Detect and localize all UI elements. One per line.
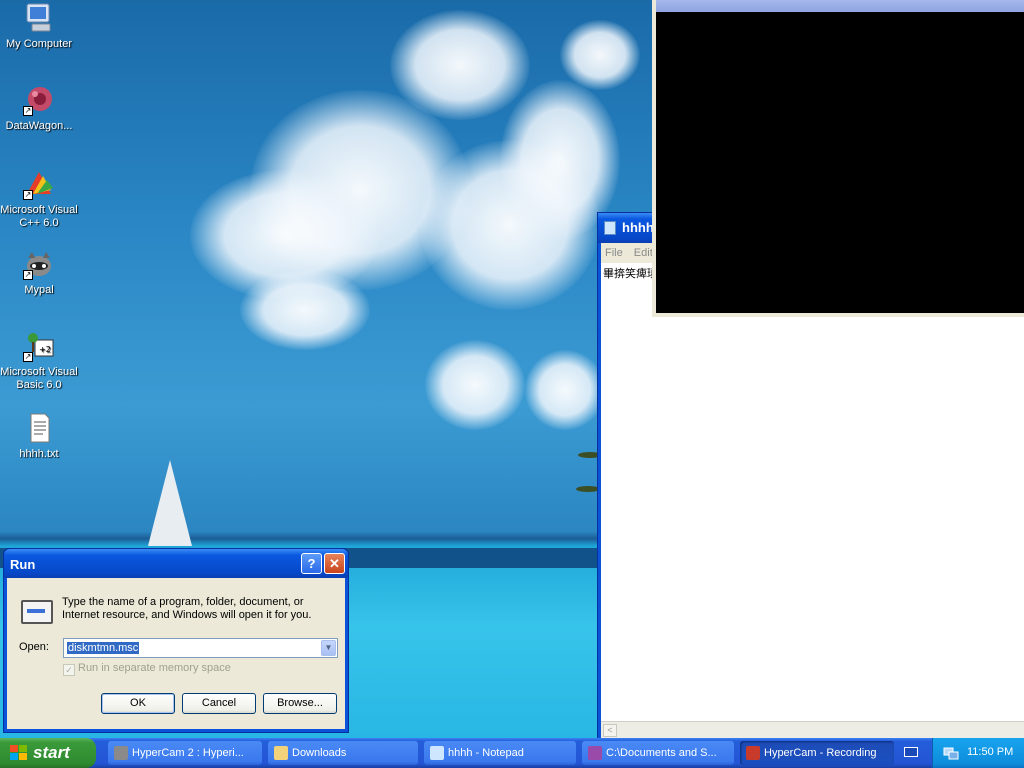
shortcut-arrow-icon: ↗ bbox=[23, 106, 33, 116]
start-label: start bbox=[33, 743, 70, 762]
task-hypercam-recording[interactable]: HyperCam - Recording bbox=[740, 741, 894, 765]
notepad-title: hhhh bbox=[622, 220, 654, 235]
ok-button[interactable]: OK bbox=[101, 693, 175, 714]
system-tray: 11:50 PM bbox=[932, 738, 1024, 768]
desktop-icon-label: My Computer bbox=[5, 38, 73, 50]
keyboard-icon[interactable] bbox=[904, 747, 918, 757]
wallpaper-sailboat bbox=[148, 460, 192, 546]
desktop-icon-my-computer[interactable]: My Computer bbox=[0, 2, 78, 51]
my-computer-icon bbox=[23, 2, 55, 34]
clock[interactable]: 11:50 PM bbox=[967, 746, 1013, 758]
hypercam-preview-window[interactable] bbox=[652, 0, 1024, 317]
shortcut-arrow-icon: ↗ bbox=[23, 352, 33, 362]
desktop-icon-datawagon[interactable]: ↗ DataWagon... bbox=[0, 84, 78, 133]
separate-memory-label: Run in separate memory space bbox=[78, 662, 231, 674]
notepad-content: 畢捹笑痺璘 bbox=[603, 268, 658, 280]
desktop-icon-hhhh-txt[interactable]: hhhh.txt bbox=[0, 412, 78, 461]
open-label: Open: bbox=[19, 641, 49, 653]
run-description: Type the name of a program, folder, docu… bbox=[62, 596, 312, 621]
open-input[interactable]: diskmtmn.msc bbox=[67, 642, 140, 654]
start-button[interactable]: start bbox=[0, 738, 96, 768]
desktop-icon-label: Microsoft Visual Basic 6.0 bbox=[0, 366, 78, 391]
text-file-icon bbox=[23, 412, 55, 444]
svg-text:+2: +2 bbox=[39, 345, 51, 354]
network-icon[interactable] bbox=[943, 745, 959, 761]
help-button[interactable]: ? bbox=[301, 553, 322, 574]
run-titlebar[interactable]: Run ? ✕ bbox=[4, 549, 348, 578]
datawagon-icon: ↗ bbox=[23, 84, 55, 116]
taskbar: start HyperCam 2 : Hyperi... Downloads h… bbox=[0, 738, 1024, 768]
task-label: HyperCam 2 : Hyperi... bbox=[132, 747, 244, 759]
visual-cpp-icon: ↗ bbox=[23, 168, 55, 200]
run-dialog-body: Type the name of a program, folder, docu… bbox=[7, 578, 345, 729]
browse-button[interactable]: Browse... bbox=[263, 693, 337, 714]
notepad-icon bbox=[430, 746, 444, 760]
run-icon bbox=[21, 600, 53, 624]
desktop-icon-label: hhhh.txt bbox=[19, 448, 59, 460]
notepad-icon bbox=[604, 221, 616, 235]
task-label: C:\Documents and S... bbox=[606, 747, 717, 759]
task-label: HyperCam - Recording bbox=[764, 747, 877, 759]
desktop-icon-label: DataWagon... bbox=[5, 120, 73, 132]
task-hypercam[interactable]: HyperCam 2 : Hyperi... bbox=[108, 741, 262, 765]
shortcut-arrow-icon: ↗ bbox=[23, 270, 33, 280]
console-icon bbox=[588, 746, 602, 760]
hypercam-titlebar[interactable] bbox=[656, 0, 1024, 12]
open-combobox[interactable]: diskmtmn.msc ▼ bbox=[63, 638, 338, 658]
folder-icon bbox=[274, 746, 288, 760]
desktop-icon-label: Microsoft Visual C++ 6.0 bbox=[0, 204, 78, 229]
task-label: Downloads bbox=[292, 747, 347, 759]
windows-logo-icon bbox=[10, 745, 28, 761]
run-title: Run bbox=[10, 557, 36, 572]
desktop: My Computer ↗ DataWagon... ↗ Microsoft V… bbox=[0, 0, 1024, 738]
wallpaper-cloud bbox=[240, 270, 370, 350]
menu-file[interactable]: File bbox=[605, 247, 623, 259]
desktop-icon-label: Mypal bbox=[24, 284, 54, 296]
wallpaper-cloud bbox=[525, 350, 605, 430]
hypercam-record-icon bbox=[746, 746, 760, 760]
task-console[interactable]: C:\Documents and S... bbox=[582, 741, 734, 765]
task-notepad[interactable]: hhhh - Notepad bbox=[424, 741, 576, 765]
shortcut-arrow-icon: ↗ bbox=[23, 190, 33, 200]
cancel-button[interactable]: Cancel bbox=[182, 693, 256, 714]
desktop-icon-mypal[interactable]: ↗ Mypal bbox=[0, 248, 78, 297]
scroll-left-arrow-icon[interactable]: < bbox=[603, 724, 617, 737]
notepad-horizontal-scrollbar[interactable]: < bbox=[601, 721, 1024, 738]
desktop-icon-visual-cpp[interactable]: ↗ Microsoft Visual C++ 6.0 bbox=[0, 168, 78, 230]
close-button[interactable]: ✕ bbox=[324, 553, 345, 574]
visual-basic-icon: +2 ↗ bbox=[23, 330, 55, 362]
notepad-editor[interactable]: 畢捹笑痺璘 < bbox=[601, 263, 1024, 738]
checkbox-check-icon: ✓ bbox=[63, 664, 75, 676]
separate-memory-checkbox: ✓ Run in separate memory space bbox=[63, 662, 231, 676]
hypercam-icon bbox=[114, 746, 128, 760]
desktop-icon-visual-basic[interactable]: +2 ↗ Microsoft Visual Basic 6.0 bbox=[0, 330, 78, 392]
menu-edit[interactable]: Edit bbox=[634, 247, 653, 259]
task-downloads[interactable]: Downloads bbox=[268, 741, 418, 765]
wallpaper-cloud bbox=[560, 20, 640, 90]
mypal-raccoon-icon: ↗ bbox=[23, 248, 55, 280]
run-dialog[interactable]: Run ? ✕ Type the name of a program, fold… bbox=[3, 548, 349, 733]
wallpaper-cloud bbox=[425, 340, 525, 430]
task-label: hhhh - Notepad bbox=[448, 747, 524, 759]
chevron-down-icon[interactable]: ▼ bbox=[321, 640, 336, 656]
